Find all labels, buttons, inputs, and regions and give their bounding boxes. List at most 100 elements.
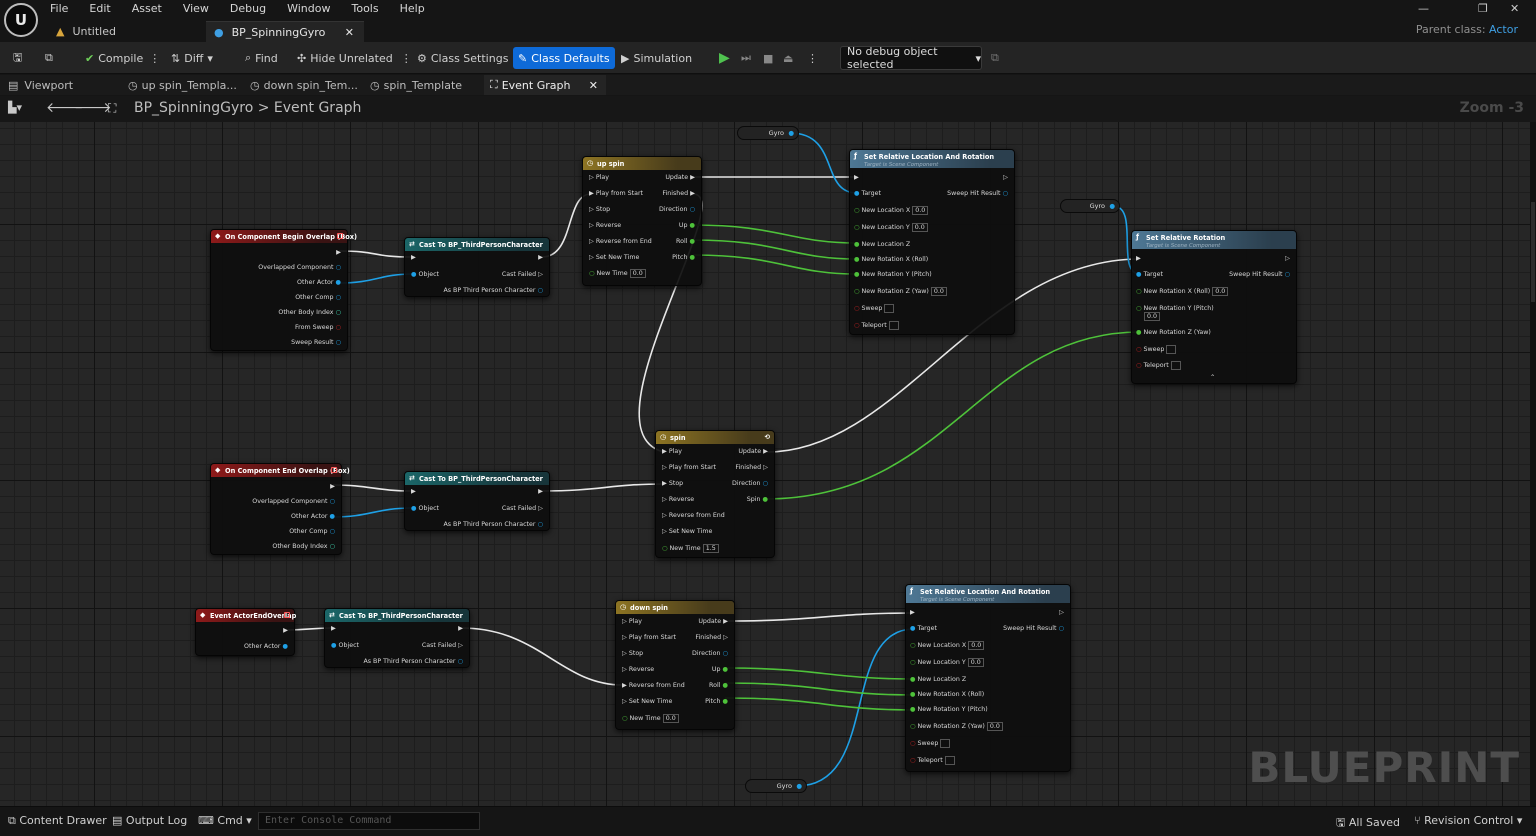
pin-reverse[interactable]: ▷ Reverse [589, 222, 621, 230]
pin-other-actor[interactable]: Other Actor ● [244, 643, 288, 651]
doc-tab-bp-spinninggyro[interactable]: ● BP_SpinningGyro ✕ [206, 21, 364, 42]
pin-set-new-time[interactable]: ▷ Set New Time [589, 254, 639, 262]
class-settings-button[interactable]: ⚙ Class Settings [412, 47, 513, 69]
exec-in-pin[interactable]: ▶ [331, 625, 336, 633]
pin-new-location-y[interactable]: ○ New Location Y 0.0 [910, 658, 984, 667]
pin-new-rotation-z[interactable]: ○ New Rotation Z (Yaw) 0.0 [854, 287, 947, 296]
pin-play[interactable]: ▷ Play [622, 618, 642, 626]
exec-in-pin[interactable]: ▶ [411, 488, 416, 496]
pin-finished[interactable]: Finished ▶ [662, 190, 695, 198]
new-time-field[interactable]: 1.5 [702, 544, 719, 553]
doc-tab-untitled[interactable]: ▲ Untitled [48, 21, 200, 42]
stop-icon[interactable]: ■ [758, 47, 778, 69]
tab-viewport[interactable]: ▤ Viewport [2, 75, 79, 95]
pin-play-from-start[interactable]: ▶ Play from Start [589, 190, 643, 198]
exec-in-pin[interactable]: ▶ [854, 174, 859, 182]
hide-unrelated-button[interactable]: ✣ Hide Unrelated ⋮ [292, 47, 417, 69]
node-cast-to-bp-thirdpersoncharacter[interactable]: ⇄ Cast To BP_ThirdPersonCharacter ▶ ▶ ● O… [404, 237, 550, 297]
pin-new-time[interactable]: ○ New Time 0.0 [589, 269, 646, 278]
close-icon[interactable]: ✕ [589, 79, 598, 92]
pin-new-rotation-x[interactable]: ● New Rotation X (Roll) [854, 256, 928, 264]
teleport-checkbox[interactable] [888, 321, 899, 330]
menu-view[interactable]: View [183, 2, 209, 15]
exec-in-pin[interactable]: ▶ [1136, 255, 1141, 263]
exec-out-pin[interactable]: ▶ [538, 254, 543, 262]
sweep-checkbox[interactable] [940, 739, 951, 748]
pin-cast-failed[interactable]: Cast Failed ▷ [502, 505, 543, 513]
tab-spin-template[interactable]: ◷ spin_Template [364, 75, 468, 95]
event-delegate-icon[interactable] [284, 612, 290, 618]
pin-set-new-time[interactable]: ▷ Set New Time [662, 528, 712, 536]
event-delegate-icon[interactable] [337, 233, 343, 239]
event-delegate-icon[interactable] [331, 467, 337, 473]
node-on-component-end-overlap[interactable]: ◆ On Component End Overlap (Box) ▶ Overla… [210, 463, 350, 555]
pin-new-rotation-z[interactable]: ○ New Rotation Z (Yaw) 0.0 [910, 722, 1003, 731]
pin-new-time[interactable]: ○ New Time 0.0 [622, 714, 679, 723]
pin-teleport[interactable]: ○ Teleport [854, 321, 899, 330]
pin-reverse-from-end[interactable]: ▶ Reverse from End [622, 682, 685, 690]
exec-out-pin[interactable]: ▷ [1285, 255, 1290, 263]
pin-teleport[interactable]: ○ Teleport [1136, 361, 1181, 370]
pin-as-bp-third-person-character[interactable]: As BP Third Person Character ○ [443, 287, 543, 295]
teleport-checkbox[interactable] [1170, 361, 1181, 370]
compile-button[interactable]: ✔ Compile ⋮ [80, 47, 165, 69]
exec-in-pin[interactable]: ▶ [411, 254, 416, 262]
pin-update[interactable]: Update ▶ [738, 448, 768, 456]
pin-as-bp-third-person-character[interactable]: As BP Third Person Character ○ [443, 521, 543, 529]
bookmark-icon[interactable]: ▙▾ [8, 101, 22, 114]
pin-direction[interactable]: Direction ○ [732, 480, 768, 488]
pin-sweep-hit-result[interactable]: Sweep Hit Result ○ [947, 190, 1008, 198]
pin-other-body-index[interactable]: Other Body Index ○ [272, 543, 335, 551]
diff-button[interactable]: ⇅ Diff ▾ [166, 47, 218, 69]
minimize-icon[interactable]: — [1418, 2, 1429, 15]
node-set-relative-rotation[interactable]: ƒ Set Relative Rotation Target is Scene Co… [1131, 230, 1297, 384]
pin-other-body-index[interactable]: Other Body Index ○ [278, 309, 341, 317]
pin-other-actor[interactable]: Other Actor ● [297, 279, 341, 287]
vertical-scrollbar[interactable] [1530, 122, 1536, 806]
pin-sweep[interactable]: ○ Sweep [910, 739, 951, 748]
node-set-relative-location-and-rotation-top[interactable]: ƒ Set Relative Location And Rotation Targe… [849, 149, 1015, 335]
pin-update[interactable]: Update ▶ [698, 618, 728, 626]
node-timeline-down-spin[interactable]: ◷ down spin ▷ Play ▷ Play from Start ▷ St… [615, 600, 735, 730]
pin-pitch[interactable]: Pitch ● [705, 698, 728, 706]
pin-direction[interactable]: Direction ○ [659, 206, 695, 214]
tab-up-spin-template[interactable]: ◷ up spin_Templa... [122, 75, 243, 95]
pin-new-location-y[interactable]: ○ New Location Y 0.0 [854, 223, 928, 232]
menu-window[interactable]: Window [287, 2, 330, 15]
all-saved-button[interactable]: 🖫 All Saved [1336, 814, 1400, 833]
object-pin[interactable]: ● [1109, 202, 1115, 210]
node-set-relative-location-and-rotation-bottom[interactable]: ƒ Set Relative Location And Rotation Targe… [905, 584, 1071, 772]
forward-arrow-icon[interactable]: 🡒 [74, 99, 112, 116]
parent-class-link[interactable]: Actor [1489, 23, 1518, 36]
pin-new-location-x[interactable]: ○ New Location X 0.0 [854, 206, 929, 215]
save-icon[interactable]: 🖫 [8, 47, 27, 69]
console-command-input[interactable]: Enter Console Command [258, 812, 480, 830]
pin-target[interactable]: ● Target [910, 625, 937, 633]
output-log-button[interactable]: ▤ Output Log [112, 814, 187, 827]
tab-down-spin-template[interactable]: ◷ down spin_Tem... [244, 75, 364, 95]
variable-gyro[interactable]: Gyro ● [1060, 199, 1120, 213]
tab-event-graph[interactable]: ⛶ Event Graph ✕ [484, 75, 606, 95]
close-window-icon[interactable]: ✕ [1510, 2, 1519, 15]
pin-finished[interactable]: Finished ▷ [695, 634, 728, 642]
pin-reverse-from-end[interactable]: ▷ Reverse from End [662, 512, 725, 520]
pin-set-new-time[interactable]: ▷ Set New Time [622, 698, 672, 706]
pin-play-from-start[interactable]: ▷ Play from Start [622, 634, 676, 642]
step-icon[interactable]: ⏭ [736, 47, 756, 69]
object-pin[interactable]: ● [788, 129, 794, 137]
object-pin[interactable]: ● [796, 782, 802, 790]
pin-new-rotation-y[interactable]: ● New Rotation Y (Pitch) [910, 706, 988, 714]
pin-new-time[interactable]: ○ New Time 1.5 [662, 544, 719, 553]
exec-out-pin[interactable]: ▶ [458, 625, 463, 633]
browse-icon[interactable]: ⧉ [40, 47, 58, 69]
node-timeline-spin[interactable]: ◷ spin ⟲ ▶ Play ▷ Play from Start ▶ Stop ▷… [655, 430, 775, 558]
class-defaults-button[interactable]: ✎ Class Defaults [513, 47, 615, 69]
pin-sweep[interactable]: ○ Sweep [854, 304, 895, 313]
find-button[interactable]: ⌕ Find [240, 47, 283, 69]
pin-stop[interactable]: ▷ Stop [622, 650, 643, 658]
more-icon[interactable]: ⋮ [401, 52, 412, 65]
event-graph-canvas[interactable]: BLUEPRINT ◆ On Component Begin Overlap (… [0, 122, 1530, 806]
pin-overlapped-component[interactable]: Overlapped Component ○ [252, 498, 335, 506]
breadcrumb-current[interactable]: Event Graph [274, 100, 362, 116]
play-icon[interactable]: ▶ [714, 47, 735, 69]
